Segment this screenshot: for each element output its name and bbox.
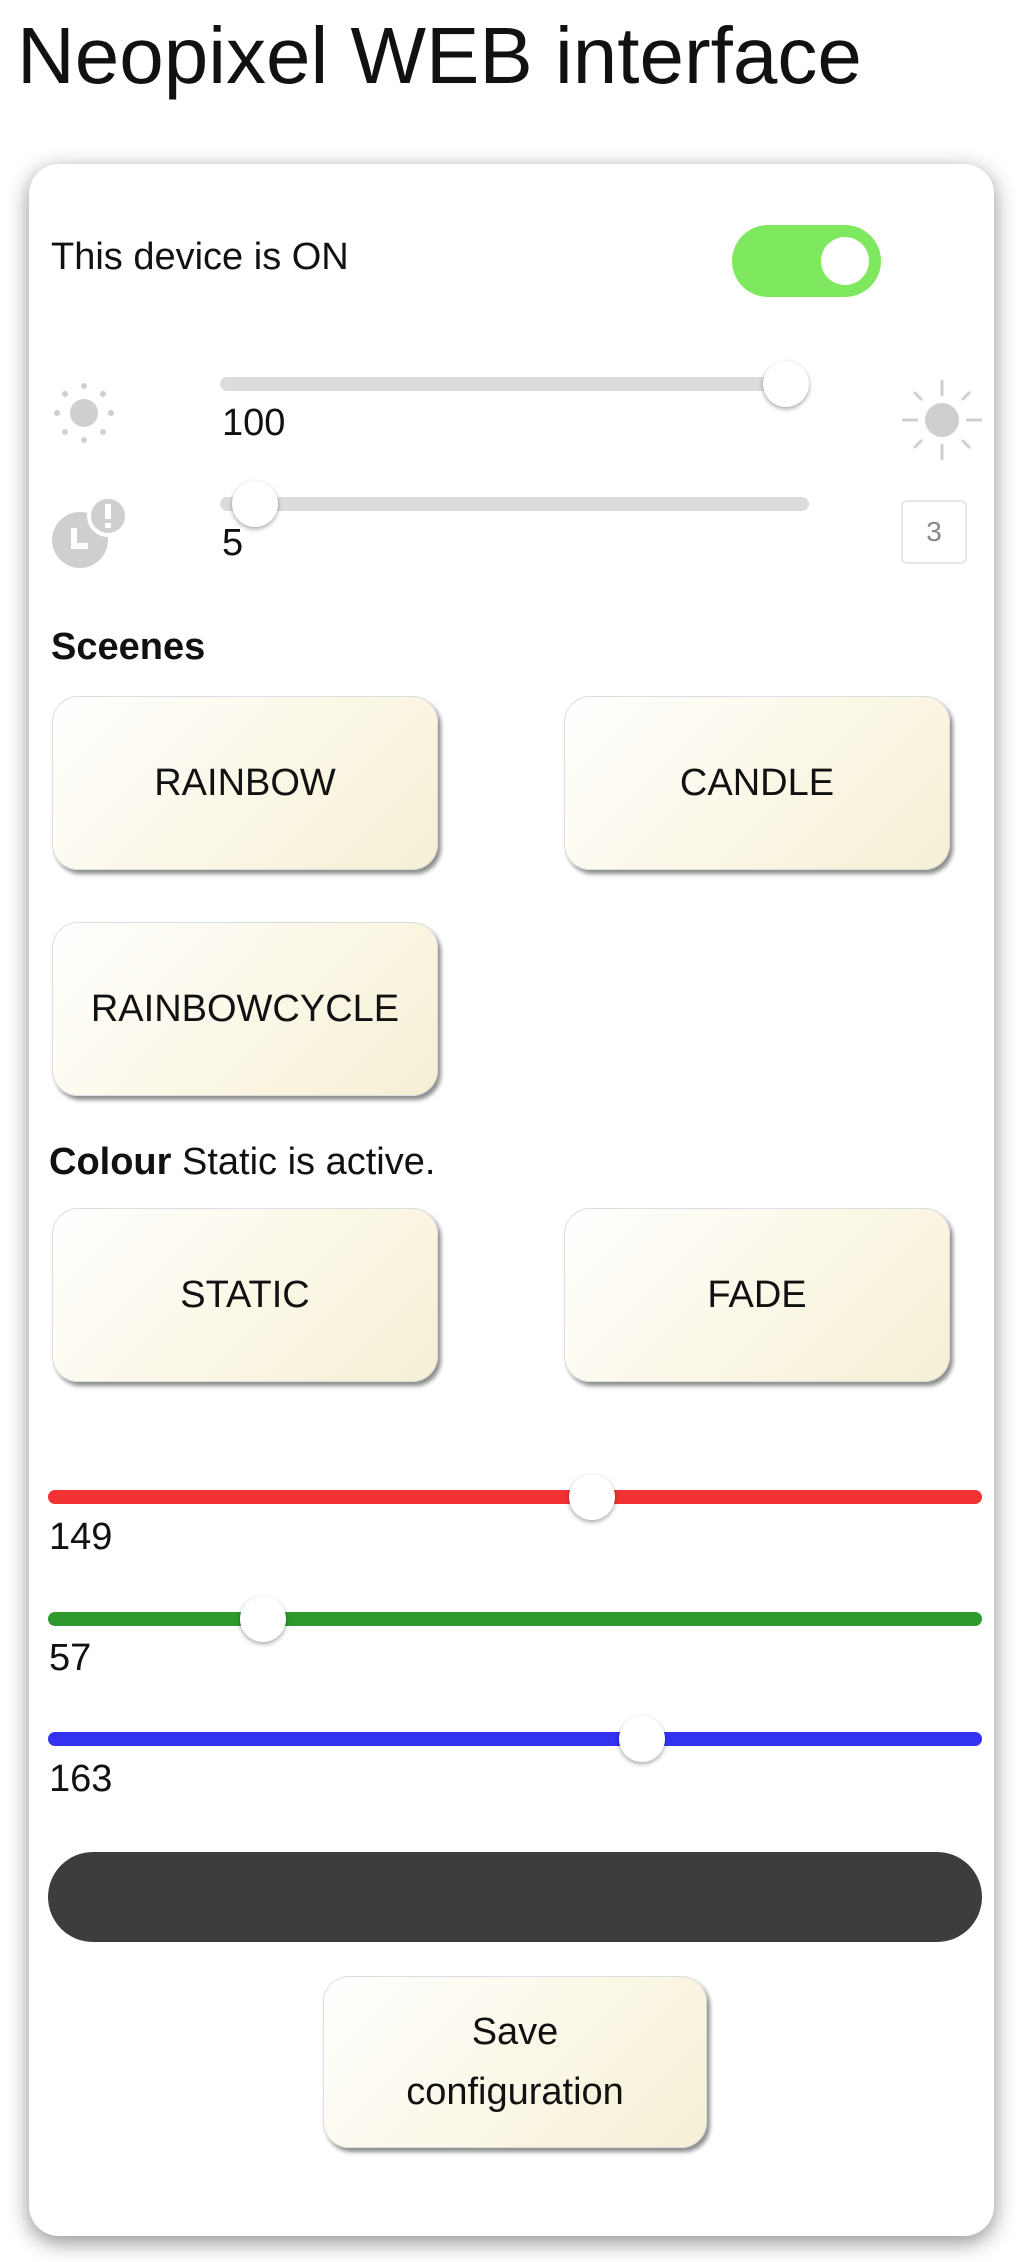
clock-alert-icon (52, 495, 129, 568)
scene-rainbow-button[interactable]: RAINBOW (52, 696, 438, 870)
scene-rainbowcycle-button[interactable]: RAINBOWCYCLE (52, 922, 438, 1096)
green-value: 57 (49, 1637, 92, 1679)
toggle-knob (821, 237, 869, 285)
red-slider-thumb[interactable] (568, 1474, 615, 1520)
blue-slider-thumb[interactable] (618, 1716, 665, 1762)
page-title: Neopixel WEB interface (17, 11, 862, 100)
sun-dim-icon (54, 383, 114, 443)
brightness-value: 100 (222, 402, 286, 444)
colour-preview-bar (48, 1852, 982, 1942)
timer-value: 5 (222, 522, 244, 564)
brightness-slider-thumb[interactable] (762, 361, 809, 407)
red-value: 149 (49, 1516, 113, 1558)
green-slider[interactable] (48, 1612, 982, 1626)
save-configuration-button[interactable]: Save configuration (323, 1976, 707, 2148)
power-toggle[interactable] (732, 225, 881, 297)
green-slider-thumb[interactable] (240, 1596, 287, 1642)
brightness-slider[interactable] (220, 377, 809, 391)
save-button-line2: configuration (406, 2071, 624, 2113)
colour-fade-button[interactable]: FADE (564, 1208, 950, 1382)
red-slider[interactable] (48, 1490, 982, 1504)
save-button-line1: Save (471, 2011, 559, 2053)
timer-slider[interactable] (220, 497, 809, 511)
colour-static-button[interactable]: STATIC (52, 1208, 438, 1382)
scenes-heading: Sceenes (51, 626, 206, 668)
colour-status: Static is active. (182, 1141, 436, 1183)
blue-value: 163 (49, 1758, 113, 1800)
scene-candle-button[interactable]: CANDLE (564, 696, 950, 870)
sun-bright-icon (902, 380, 982, 460)
power-status-label: This device is ON (51, 236, 349, 278)
blue-slider[interactable] (48, 1732, 982, 1746)
colour-status-line: Colour Static is active. (49, 1141, 435, 1184)
timer-number-input[interactable]: 3 (901, 500, 967, 564)
timer-slider-thumb[interactable] (231, 481, 278, 527)
colour-heading: Colour (49, 1141, 172, 1183)
